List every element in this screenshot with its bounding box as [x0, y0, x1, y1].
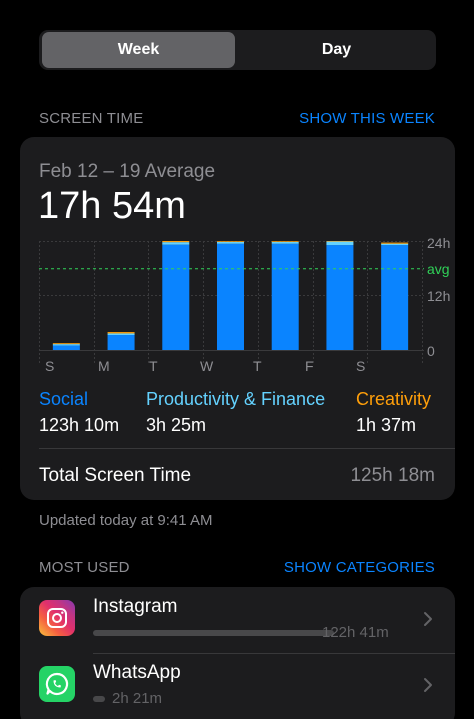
category-name: Social [39, 389, 89, 409]
bar-segment [52, 343, 80, 345]
app-row-instagram[interactable]: Instagram 122h 41m [20, 587, 455, 653]
category-name: Creativity [356, 389, 432, 409]
app-name: Instagram [93, 596, 178, 617]
most-used-list: Instagram 122h 41m WhatsApp 2h 21m [20, 587, 455, 719]
bar-segment [217, 243, 244, 350]
bar-segment [217, 241, 244, 243]
average-screen-time: 17h 54m [38, 185, 186, 227]
bar-segment [162, 241, 190, 243]
y-tick-avg: avg [427, 261, 450, 277]
bar-segment [162, 242, 190, 245]
bar-segment [52, 344, 80, 346]
total-screen-time-label: Total Screen Time [39, 465, 192, 486]
chevron-right-icon [424, 612, 432, 626]
bar-segment [271, 243, 299, 350]
bar-segment [326, 241, 354, 242]
bar-segment [381, 242, 409, 244]
whatsapp-icon [39, 666, 75, 702]
category-social: Social 123h 10m [39, 389, 119, 436]
category-productivity-finance: Productivity & Finance 3h 25m [146, 389, 325, 436]
usage-bar [93, 630, 334, 636]
bar-segment [326, 245, 354, 350]
screen-time-card: Feb 12 – 19 Average 17h 54m 24h avg 12h … [20, 137, 455, 500]
x-label-thu: T [253, 358, 262, 374]
bar-segment [381, 245, 409, 350]
date-range-label: Feb 12 – 19 Average [39, 161, 216, 182]
bar-segment [381, 243, 409, 246]
instagram-icon [39, 600, 75, 636]
bar-segment [107, 332, 135, 334]
category-value: 3h 25m [146, 415, 207, 435]
category-value: 1h 37m [356, 415, 417, 435]
x-label-fri: F [305, 358, 314, 374]
y-tick-24h: 24h [427, 235, 451, 251]
week-tab[interactable]: Week [42, 32, 235, 68]
total-screen-time-value: 125h 18m [350, 465, 435, 486]
y-tick-0: 0 [427, 343, 435, 359]
category-creativity: Creativity 1h 37m [356, 389, 431, 436]
x-label-wed: W [200, 358, 214, 374]
card-divider [39, 448, 455, 449]
usage-bar [93, 696, 105, 702]
week-day-segmented-control: Week Day [39, 30, 436, 70]
updated-timestamp: Updated today at 9:41 AM [39, 512, 213, 529]
category-name: Productivity & Finance [146, 389, 326, 409]
chevron-right-icon [424, 678, 432, 692]
bar-segment [107, 335, 135, 350]
bar-segment [271, 241, 299, 243]
app-row-whatsapp[interactable]: WhatsApp 2h 21m [20, 653, 455, 719]
usage-time: 2h 21m [112, 690, 163, 707]
x-label-sun: S [45, 358, 55, 374]
bar-segment [162, 244, 190, 350]
show-this-week-link[interactable]: SHOW THIS WEEK [299, 110, 435, 127]
bar-segment [107, 333, 135, 336]
category-value: 123h 10m [39, 415, 120, 435]
day-tab[interactable]: Day [240, 32, 433, 68]
bar-segment [52, 345, 80, 350]
app-name: WhatsApp [93, 662, 181, 683]
x-label-tue: T [149, 358, 158, 374]
most-used-section-label: MOST USED [39, 559, 130, 576]
show-categories-link[interactable]: SHOW CATEGORIES [284, 559, 435, 576]
usage-time: 122h 41m [322, 624, 389, 641]
x-label-sat: S [356, 358, 366, 374]
y-tick-12h: 12h [427, 288, 451, 304]
weekly-usage-chart[interactable]: 24h avg 12h 0 S M T W T F S [39, 235, 450, 381]
bar-segment [326, 241, 354, 246]
screen-time-section-label: SCREEN TIME [39, 110, 144, 127]
x-label-mon: M [98, 358, 110, 374]
bar-segment [217, 241, 244, 244]
